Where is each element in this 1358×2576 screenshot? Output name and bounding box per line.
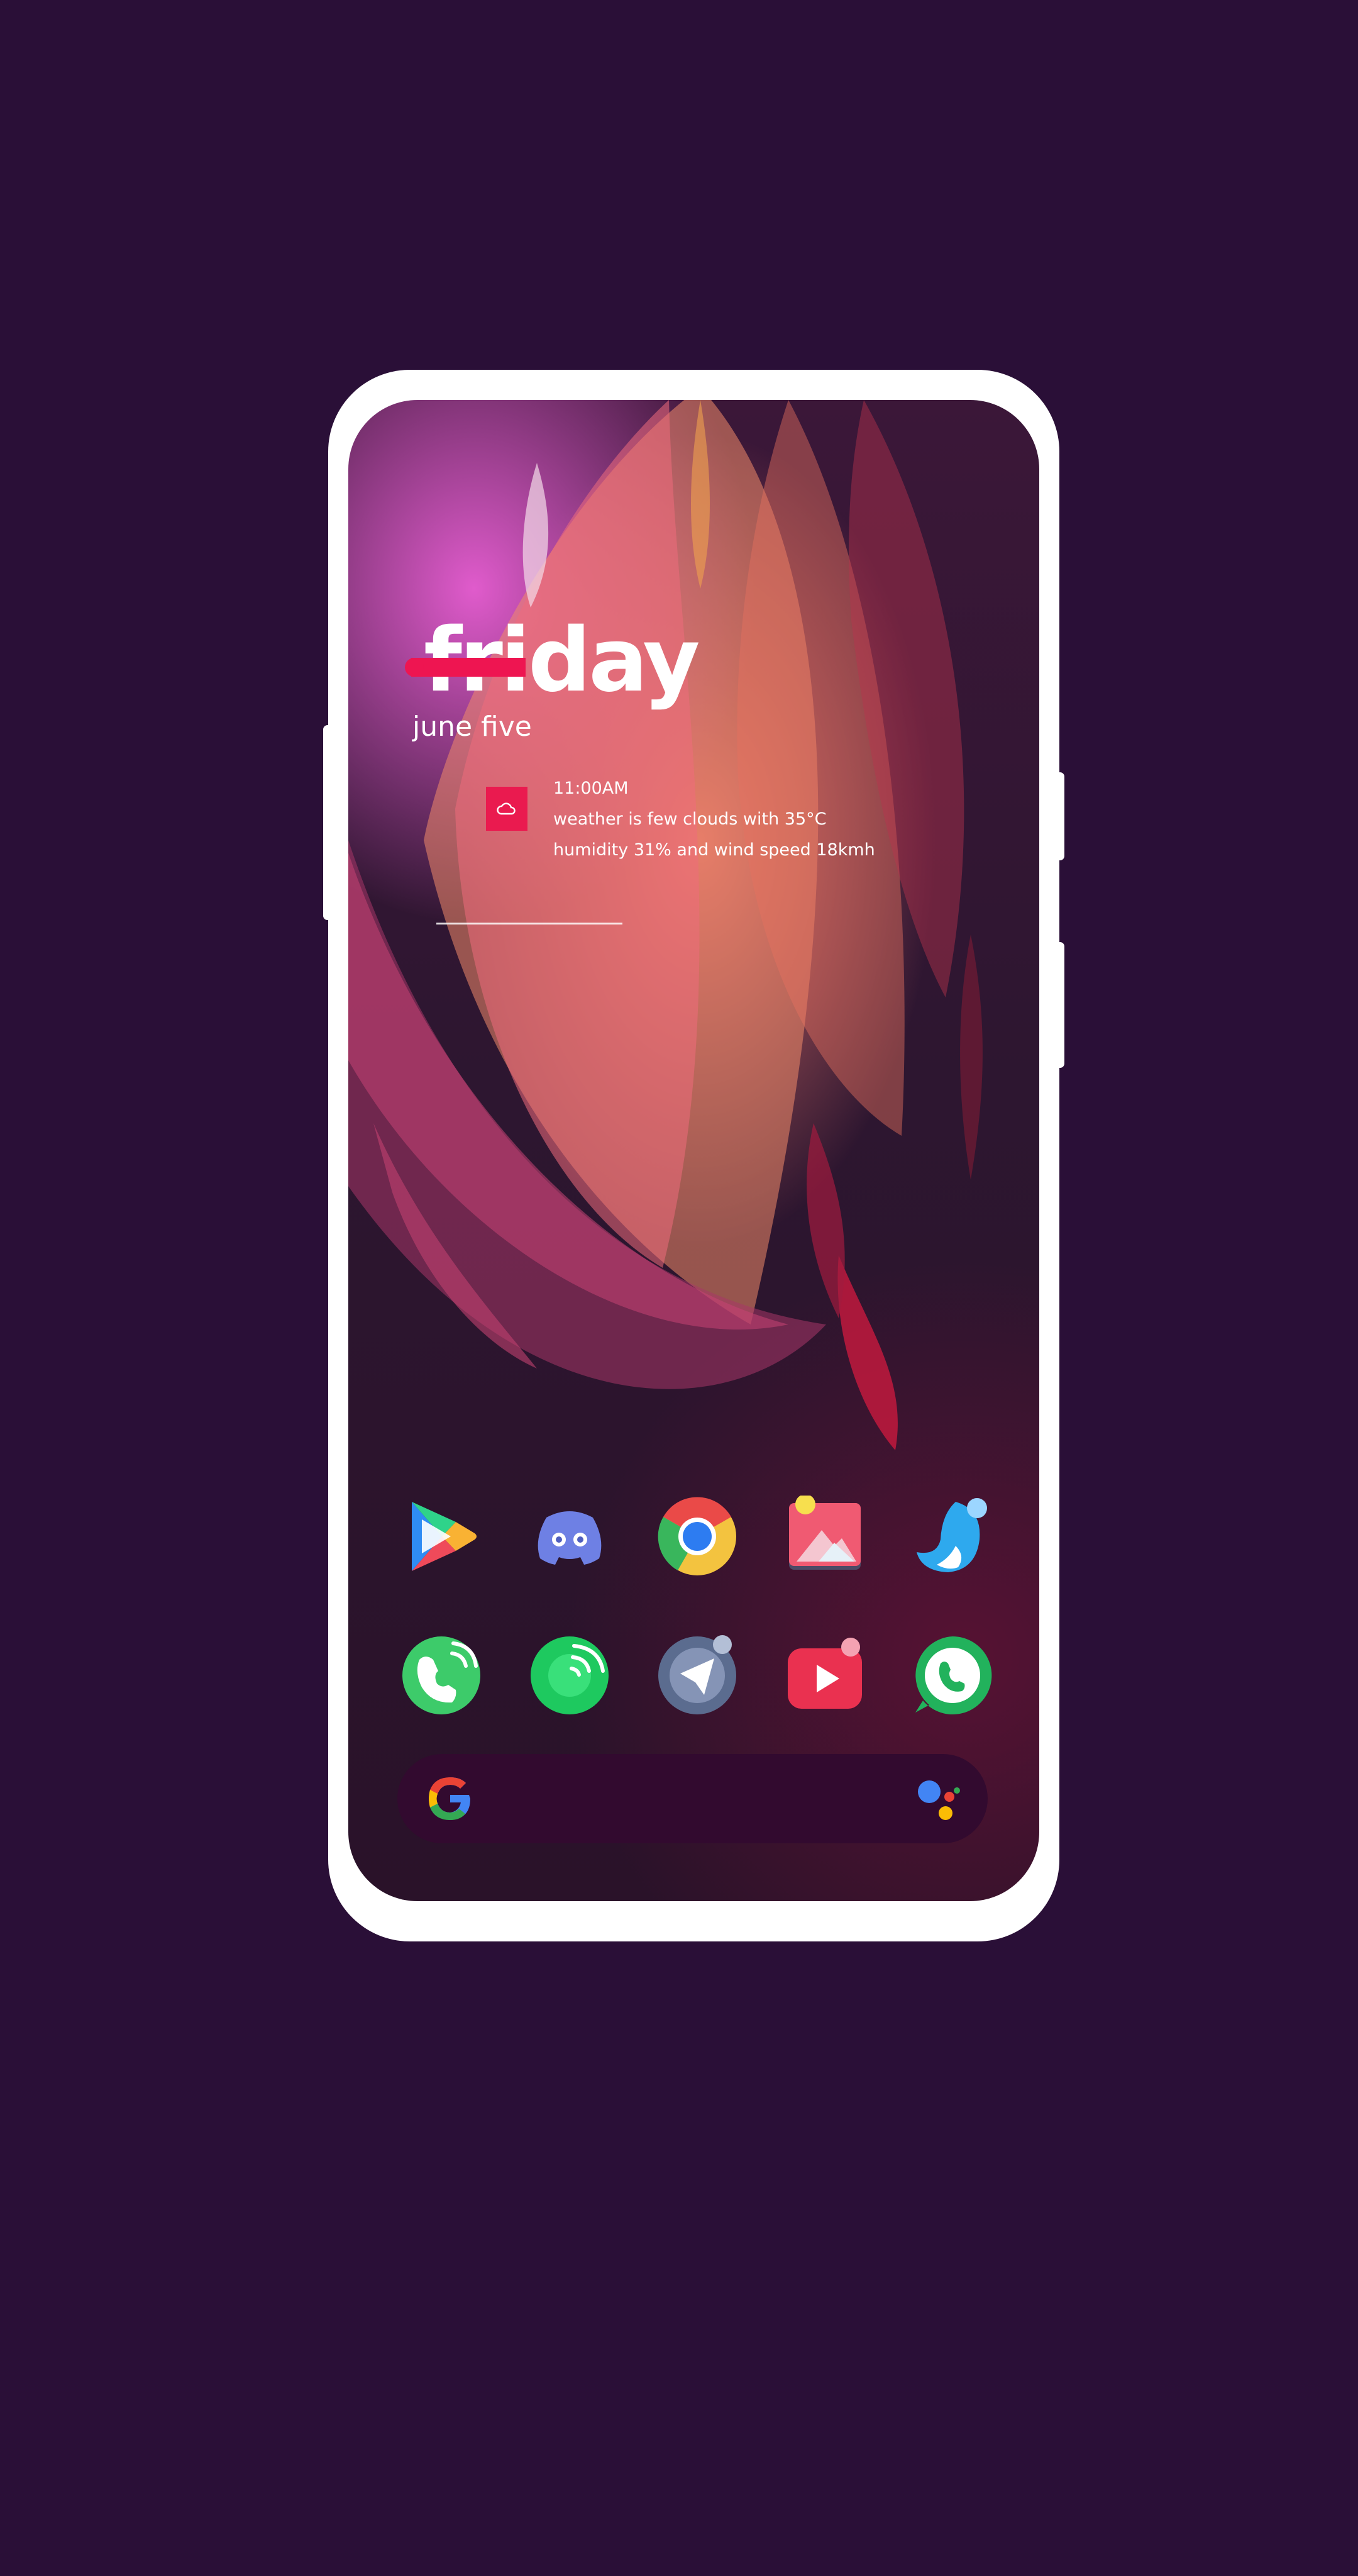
play-store-icon[interactable] (400, 1496, 482, 1577)
google-g-icon[interactable] (425, 1774, 475, 1824)
side-button (1056, 942, 1064, 1068)
weather-time: 11:00AM (553, 779, 629, 798)
telegram-icon[interactable] (656, 1635, 738, 1716)
chrome-icon[interactable] (656, 1496, 738, 1577)
date-label: june five (412, 711, 532, 743)
home-screen: friday june five 11:00AM weather is few … (348, 400, 1039, 1901)
whatsapp-icon[interactable] (912, 1635, 993, 1716)
weather-description: weather is few clouds with 35°C (553, 809, 827, 829)
widget-divider (436, 923, 622, 924)
phone-frame: friday june five 11:00AM weather is few … (323, 370, 1064, 1941)
gallery-icon[interactable] (784, 1496, 866, 1577)
strike-dot (405, 658, 424, 677)
twitter-icon[interactable] (912, 1496, 993, 1577)
discord-icon[interactable] (529, 1496, 610, 1577)
spotify-icon[interactable] (529, 1635, 610, 1716)
volume-button (323, 725, 332, 920)
weather-humidity: humidity 31% and wind speed 18kmh (553, 840, 875, 860)
phone-dialer-icon[interactable] (400, 1635, 482, 1716)
power-button (1056, 772, 1064, 860)
cloud-icon (486, 787, 527, 831)
search-bar[interactable] (397, 1754, 988, 1843)
youtube-icon[interactable] (784, 1635, 866, 1716)
google-assistant-icon[interactable] (913, 1775, 963, 1826)
strike-bar (411, 658, 526, 677)
